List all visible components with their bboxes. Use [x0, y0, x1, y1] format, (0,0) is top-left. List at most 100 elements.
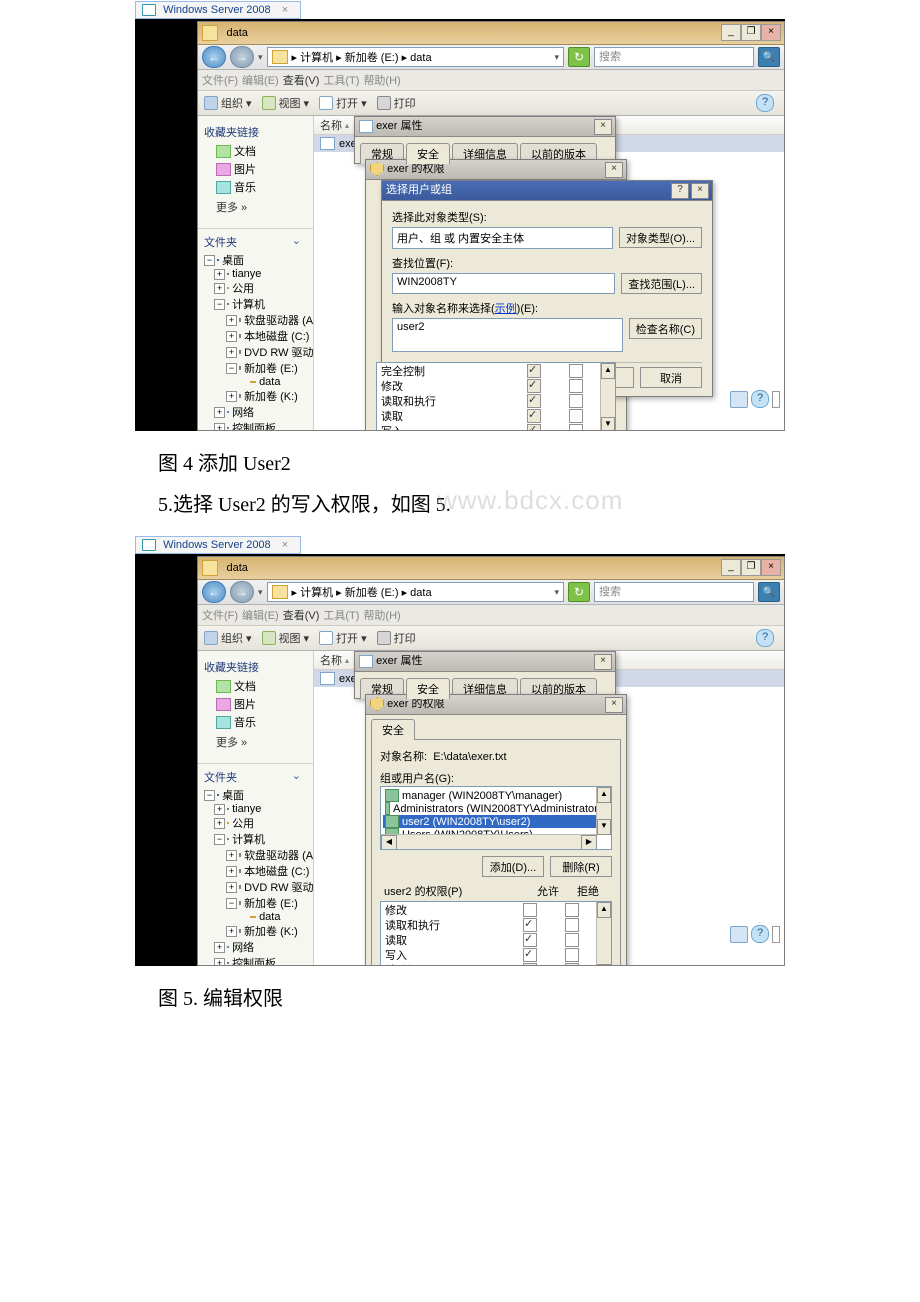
fav-documents[interactable]: 文档	[198, 142, 313, 160]
close-button[interactable]: ×	[605, 162, 623, 178]
allow-checkbox[interactable]	[523, 933, 537, 947]
help-icon[interactable]: ?	[756, 94, 774, 112]
maximize-button[interactable]: ❐	[741, 24, 761, 41]
organize-menu[interactable]: 组织 ▾	[204, 630, 252, 646]
command-bar: 组织 ▾ 视图 ▾ 打开 ▾ 打印 ?	[198, 91, 784, 116]
object-types-button[interactable]: 对象类型(O)...	[619, 227, 702, 248]
remove-button[interactable]: 删除(R)	[550, 856, 612, 877]
maximize-button[interactable]: ❐	[741, 559, 761, 576]
deny-checkbox[interactable]	[565, 948, 579, 962]
fav-pictures[interactable]: 图片	[198, 160, 313, 178]
folders-header[interactable]: 文件夹⌄	[198, 767, 313, 787]
close-button[interactable]: ×	[691, 183, 709, 199]
scroll-up-icon[interactable]: ▲	[601, 363, 615, 379]
tab-security[interactable]: 安全	[406, 143, 450, 164]
views-menu[interactable]: 视图 ▾	[262, 95, 310, 111]
tab-close-icon[interactable]: ×	[282, 4, 288, 16]
print-button[interactable]: 打印	[377, 630, 416, 646]
vm-tab[interactable]: Windows Server 2008 ×	[135, 536, 301, 554]
fav-music[interactable]: 音乐	[198, 178, 313, 196]
folders-header[interactable]: 文件夹⌄	[198, 232, 313, 252]
help-button[interactable]: ?	[671, 183, 689, 199]
minimize-button[interactable]: _	[721, 559, 741, 576]
users-listbox[interactable]: manager (WIN2008TY\manager) Administrato…	[380, 786, 612, 850]
scroll-up-icon[interactable]: ▲	[597, 902, 611, 918]
cancel-button[interactable]: 取消	[640, 367, 702, 388]
tab-close-icon[interactable]: ×	[282, 539, 288, 551]
deny-checkbox[interactable]	[565, 933, 579, 947]
back-button[interactable]: ←	[202, 46, 226, 68]
allow-checkbox[interactable]	[523, 948, 537, 962]
permissions-for-label: user2 的权限(P)	[384, 883, 528, 899]
address-dropdown-icon[interactable]: ▾	[554, 587, 559, 598]
views-menu[interactable]: 视图 ▾	[262, 630, 310, 646]
deny-checkbox[interactable]	[569, 364, 583, 378]
close-button[interactable]: ×	[761, 24, 781, 41]
permissions-dialog: exer 的权限 × 安全 对象名称: E:\data\exer.txt 组或用…	[365, 694, 627, 966]
back-button[interactable]: ←	[202, 581, 226, 603]
vm-tab[interactable]: Windows Server 2008 ×	[135, 1, 301, 19]
help-icon[interactable]: ?	[751, 925, 769, 943]
fav-documents[interactable]: 文档	[198, 677, 313, 695]
open-button[interactable]: 打开 ▾	[319, 95, 367, 111]
more-link[interactable]: 更多 »	[198, 196, 313, 225]
tab-security[interactable]: 安全	[406, 678, 450, 699]
tree-collapse[interactable]: −	[204, 255, 215, 266]
close-button[interactable]: ×	[594, 654, 612, 670]
open-button[interactable]: 打开 ▾	[319, 630, 367, 646]
menu-bar[interactable]: 文件(F)编辑(E) 查看(V) 工具(T)帮助(H)	[198, 70, 784, 91]
search-input[interactable]: 搜索	[594, 582, 754, 602]
search-button[interactable]: 🔍	[758, 582, 780, 602]
scroll-down-icon[interactable]: ▼	[597, 819, 611, 835]
perm-row-write: 写入	[381, 947, 597, 962]
scroll-down-icon[interactable]: ▼	[601, 417, 615, 431]
tree-expand[interactable]: +	[214, 269, 225, 280]
organize-menu[interactable]: 组织 ▾	[204, 95, 252, 111]
tab-security[interactable]: 安全	[371, 719, 415, 740]
locations-button[interactable]: 查找范围(L)...	[621, 273, 702, 294]
deny-checkbox[interactable]	[565, 903, 579, 917]
search-button[interactable]: 🔍	[758, 47, 780, 67]
forward-button[interactable]: →	[230, 581, 254, 603]
scroll-up-icon[interactable]: ▲	[597, 787, 611, 803]
control-panel-icon	[227, 427, 229, 429]
allow-checkbox[interactable]	[527, 364, 541, 378]
tray-icon[interactable]	[730, 391, 748, 408]
windows-server-icon	[142, 539, 156, 551]
refresh-button[interactable]: ↻	[568, 47, 590, 67]
help-icon[interactable]: ?	[756, 629, 774, 647]
fav-music[interactable]: 音乐	[198, 713, 313, 731]
forward-button[interactable]: →	[230, 46, 254, 68]
minimize-button[interactable]: _	[721, 24, 741, 41]
address-dropdown-icon[interactable]: ▾	[554, 52, 559, 63]
more-link[interactable]: 更多 »	[198, 731, 313, 760]
tray-icon[interactable]	[730, 926, 748, 943]
scroll-down-icon[interactable]: ▼	[597, 964, 611, 966]
scroll-right-icon[interactable]: ▶	[581, 835, 597, 850]
breadcrumb[interactable]: ▸ 计算机 ▸ 新加卷 (E:) ▸ data ▾	[267, 47, 564, 67]
deny-checkbox[interactable]	[565, 918, 579, 932]
allow-checkbox	[523, 963, 537, 967]
overflow-icon[interactable]	[772, 391, 780, 408]
breadcrumb[interactable]: ▸ 计算机 ▸ 新加卷 (E:) ▸ data ▾	[267, 582, 564, 602]
sort-indicator-icon: ▴	[345, 121, 349, 130]
vm-black-margin	[135, 556, 197, 966]
command-bar: 组织 ▾ 视图 ▾ 打开 ▾ 打印 ?	[198, 626, 784, 651]
refresh-button[interactable]: ↻	[568, 582, 590, 602]
add-button[interactable]: 添加(D)...	[482, 856, 544, 877]
print-button[interactable]: 打印	[377, 95, 416, 111]
overflow-icon[interactable]	[772, 926, 780, 943]
close-button[interactable]: ×	[594, 119, 612, 135]
scroll-left-icon[interactable]: ◀	[381, 835, 397, 850]
close-button[interactable]: ×	[761, 559, 781, 576]
close-button[interactable]: ×	[605, 697, 623, 713]
allow-checkbox[interactable]	[523, 918, 537, 932]
check-names-button[interactable]: 检查名称(C)	[629, 318, 702, 339]
history-dropdown-icon[interactable]: ▾	[258, 587, 263, 598]
search-input[interactable]: 搜索	[594, 47, 754, 67]
history-dropdown-icon[interactable]: ▾	[258, 52, 263, 63]
fav-pictures[interactable]: 图片	[198, 695, 313, 713]
allow-checkbox[interactable]	[523, 903, 537, 917]
help-icon[interactable]: ?	[751, 390, 769, 408]
menu-bar[interactable]: 文件(F)编辑(E) 查看(V) 工具(T)帮助(H)	[198, 605, 784, 626]
